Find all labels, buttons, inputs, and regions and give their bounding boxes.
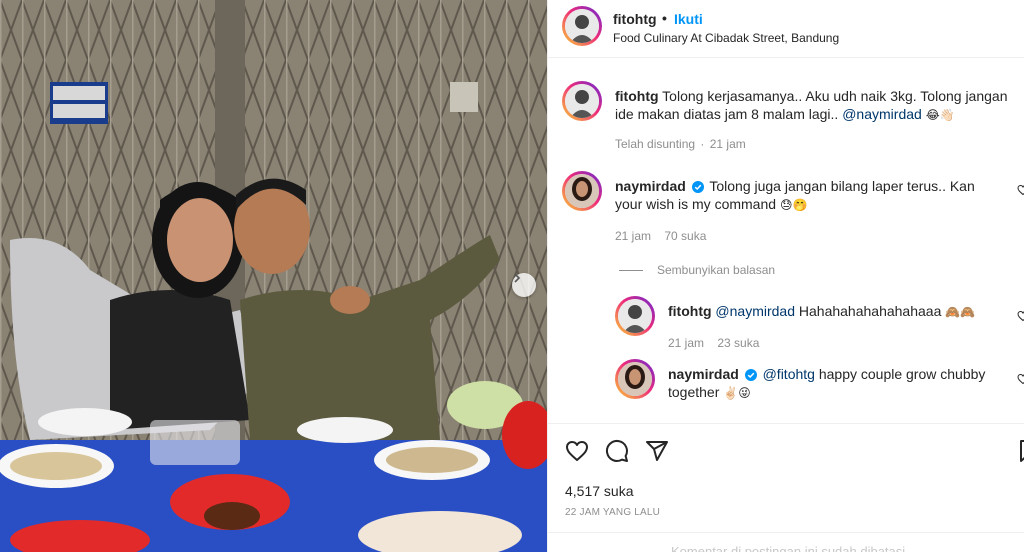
verified-badge-icon xyxy=(744,369,757,381)
caption-emojis: 😂👋🏻 xyxy=(925,108,955,122)
bookmark-icon[interactable] xyxy=(1017,439,1024,463)
comment-likes[interactable]: 70 suka xyxy=(664,229,706,243)
reply-avatar[interactable] xyxy=(615,296,655,336)
photo-illustration xyxy=(0,0,547,552)
caption-username[interactable]: fitohtg xyxy=(615,88,659,104)
reply-avatar[interactable] xyxy=(615,359,655,399)
author-avatar[interactable] xyxy=(562,6,602,46)
reply-mention[interactable]: @naymirdad xyxy=(715,303,795,319)
likes-count[interactable]: 4,517 suka xyxy=(565,483,634,499)
avatar-image xyxy=(618,299,652,333)
reply-text: naymirdad @fitohtg happy couple grow chu… xyxy=(668,365,988,402)
reply-username[interactable]: naymirdad xyxy=(668,366,739,382)
caption-avatar[interactable] xyxy=(562,81,602,121)
comment-emojis: 😓🤭 xyxy=(779,198,808,212)
post-actions: 4,517 suka 22 JAM YANG LALU Komentar di … xyxy=(548,423,1024,552)
heart-icon[interactable] xyxy=(1017,310,1024,322)
avatar-image xyxy=(618,362,652,396)
heart-icon[interactable] xyxy=(1017,184,1024,196)
post-side-panel: fitohtg • Ikuti Food Culinary At Cibadak… xyxy=(547,0,1024,552)
comment-text: naymirdad Tolong juga jangan bilang lape… xyxy=(615,177,995,214)
verified-badge-icon xyxy=(691,181,704,193)
heart-icon[interactable] xyxy=(565,439,589,463)
reply-body: Hahahahahahahahaaa xyxy=(798,303,942,319)
reply-username[interactable]: fitohtg xyxy=(668,303,712,319)
reply-likes[interactable]: 23 suka xyxy=(717,336,759,350)
chevron-right-icon xyxy=(514,273,521,283)
comments-list[interactable]: fitohtg Tolong kerjasamanya.. Aku udh na… xyxy=(548,58,1024,423)
reply-emojis: ✌🏻😜 xyxy=(723,386,751,400)
share-icon[interactable] xyxy=(645,439,669,463)
comment-icon[interactable] xyxy=(605,439,629,463)
post-header: fitohtg • Ikuti Food Culinary At Cibadak… xyxy=(548,0,1024,58)
caption-time[interactable]: 21 jam xyxy=(710,137,746,151)
reply-time[interactable]: 21 jam xyxy=(668,336,704,350)
reply-emojis: 🙈🙈 xyxy=(945,305,976,319)
author-username[interactable]: fitohtg xyxy=(613,11,657,27)
next-photo-button[interactable] xyxy=(512,273,536,297)
caption-meta: Telah disunting · 21 jam xyxy=(615,137,746,151)
caption-mention[interactable]: @naymirdad xyxy=(842,106,922,122)
post-photo xyxy=(0,0,547,552)
reply-mention[interactable]: @fitohtg xyxy=(763,366,815,382)
comment-time[interactable]: 21 jam xyxy=(615,229,651,243)
avatar-image xyxy=(565,84,599,118)
reply-meta: 21 jam 23 suka xyxy=(668,336,769,350)
avatar-image xyxy=(565,174,599,208)
avatar-image xyxy=(565,9,599,43)
reply-text: fitohtg @naymirdad Hahahahahahahahaaa 🙈🙈 xyxy=(668,302,1008,321)
comment-avatar[interactable] xyxy=(562,171,602,211)
hide-replies-label: Sembunyikan balasan xyxy=(657,263,776,277)
post-timestamp[interactable]: 22 JAM YANG LALU xyxy=(565,507,660,518)
comments-limited-notice: Komentar di postingan ini sudah dibatasi xyxy=(548,532,1024,552)
edited-label: Telah disunting xyxy=(615,137,696,151)
follow-button[interactable]: Ikuti xyxy=(674,11,703,27)
comment-username[interactable]: naymirdad xyxy=(615,178,686,194)
divider-line xyxy=(619,270,643,272)
post-location[interactable]: Food Culinary At Cibadak Street, Bandung xyxy=(613,31,839,45)
caption-text: fitohtg Tolong kerjasamanya.. Aku udh na… xyxy=(615,87,1024,124)
hide-replies-button[interactable]: Sembunyikan balasan xyxy=(619,263,775,277)
heart-icon[interactable] xyxy=(1017,373,1024,385)
separator-dot: • xyxy=(662,10,667,26)
comment-meta: 21 jam 70 suka xyxy=(615,229,716,243)
